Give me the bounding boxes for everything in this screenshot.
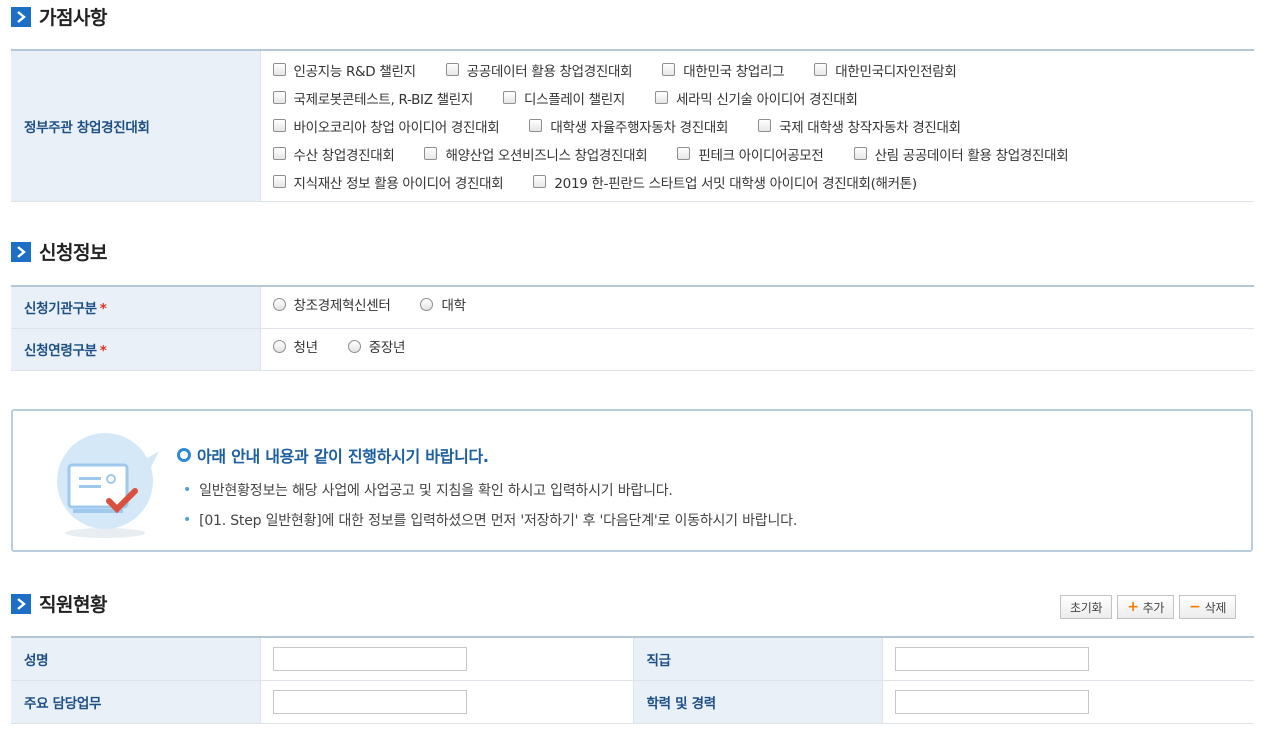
checkbox-fintech[interactable]: 핀테크 아이디어공모전 — [677, 144, 824, 164]
bonus-table: 정부주관 창업경진대회 인공지능 R&D 챌린지 공공데이터 활용 창업경진대회… — [11, 49, 1254, 202]
radio-circle[interactable] — [347, 339, 361, 353]
checkbox-autonomous-car[interactable]: 대학생 자율주행자동차 경진대회 — [529, 116, 728, 136]
checkbox-box[interactable] — [424, 147, 438, 161]
checkbox-box[interactable] — [654, 91, 668, 105]
checkbox-display-challenge[interactable]: 디스플레이 챌린지 — [503, 88, 625, 108]
duty-label: 주요 담당업무 — [11, 680, 260, 724]
notice-line: • [01. Step 일반현황]에 대한 정보를 입력하셨으면 먼저 '저장하… — [183, 512, 798, 529]
checkbox-box[interactable] — [272, 91, 286, 105]
name-label: 성명 — [11, 637, 260, 681]
notice-box: 아래 안내 내용과 같이 진행하시기 바랍니다. • 일반현황정보는 해당 사업… — [11, 409, 1253, 552]
checkbox-ai-rnd[interactable]: 인공지능 R&D 챌린지 — [272, 60, 416, 80]
section-title-text: 신청정보 — [39, 242, 107, 264]
checkbox-box[interactable] — [272, 119, 286, 133]
section-title-text: 가점사항 — [39, 7, 107, 29]
duty-cell — [259, 680, 633, 724]
checkbox-box[interactable] — [503, 91, 517, 105]
bonus-options: 인공지능 R&D 챌린지 공공데이터 활용 창업경진대회 대한민국 창업리그 대… — [259, 50, 1255, 202]
notice-line: • 일반현황정보는 해당 사업에 사업공고 및 지침을 확인 하시고 입력하시기… — [183, 482, 673, 499]
add-button[interactable]: + 추가 — [1117, 595, 1175, 619]
career-label: 학력 및 경력 — [632, 680, 882, 724]
checkbox-row: 바이오코리아 창업 아이디어 경진대회 대학생 자율주행자동차 경진대회 국제 … — [272, 112, 1255, 140]
checkbox-ocean-business[interactable]: 해양산업 오션비즈니스 창업경진대회 — [424, 144, 648, 164]
checkbox-fisheries[interactable]: 수산 창업경진대회 — [272, 144, 395, 164]
checkbox-korea-finland[interactable]: 2019 한-핀란드 스타트업 서밋 대학생 아이디어 경진대회(해커톤) — [533, 172, 917, 192]
bullet-dot-icon: • — [183, 482, 192, 498]
checkbox-box[interactable] — [758, 119, 772, 133]
checkbox-box[interactable] — [272, 147, 286, 161]
plus-icon: + — [1127, 599, 1139, 615]
notice-title: 아래 안내 내용과 같이 진행하시기 바랍니다. — [177, 443, 489, 467]
application-table: 신청기관구분 * 창조경제혁신센터 대학 신청연령구분 * 청년 중장년 — [11, 285, 1254, 371]
checkbox-box[interactable] — [677, 147, 691, 161]
delete-button[interactable]: − 삭제 — [1179, 595, 1237, 619]
age-type-label: 신청연령구분 * — [11, 328, 260, 371]
radio-circle[interactable] — [420, 297, 434, 311]
checkbox-box[interactable] — [533, 175, 547, 189]
checkbox-box[interactable] — [662, 63, 676, 77]
checkbox-public-data[interactable]: 공공데이터 활용 창업경진대회 — [445, 60, 633, 80]
position-label: 직급 — [632, 637, 882, 681]
bonus-label: 정부주관 창업경진대회 — [11, 50, 260, 202]
section-title-application: 신청정보 — [11, 238, 107, 265]
checkbox-box[interactable] — [529, 119, 543, 133]
radio-innovation-center[interactable]: 창조경제혁신센터 — [272, 294, 391, 314]
checkbox-ip-info[interactable]: 지식재산 정보 활용 아이디어 경진대회 — [272, 172, 504, 192]
section-title-staff: 직원현황 — [11, 590, 107, 617]
org-type-options: 창조경제혁신센터 대학 — [259, 286, 1254, 329]
checkbox-row: 지식재산 정보 활용 아이디어 경진대회 2019 한-핀란드 스타트업 서밋 … — [272, 168, 1255, 196]
circle-bullet-icon — [177, 448, 191, 462]
radio-youth[interactable]: 청년 — [272, 336, 318, 356]
section-title-bonus: 가점사항 — [11, 3, 107, 30]
reset-button[interactable]: 초기화 — [1060, 595, 1113, 619]
radio-circle[interactable] — [272, 297, 286, 311]
checkbox-forest-data[interactable]: 산림 공공데이터 활용 창업경진대회 — [853, 144, 1069, 164]
position-input[interactable] — [894, 646, 1089, 671]
chevron-right-icon — [11, 6, 31, 27]
checkbox-robot-contest[interactable]: 국제로봇콘테스트, R-BIZ 챌린지 — [272, 88, 473, 108]
required-mark: * — [99, 301, 107, 318]
checkbox-startup-league[interactable]: 대한민국 창업리그 — [662, 60, 785, 80]
checkbox-design-exhibition[interactable]: 대한민국디자인전람회 — [814, 60, 957, 80]
career-input[interactable] — [894, 689, 1089, 714]
staff-table: 성명 직급 주요 담당업무 학력 및 경력 — [11, 636, 1254, 724]
position-cell — [881, 637, 1254, 681]
staff-button-group: 초기화 + 추가 − 삭제 — [1060, 595, 1237, 619]
notice-illustration-icon — [51, 429, 161, 539]
checkbox-biokorea[interactable]: 바이오코리아 창업 아이디어 경진대회 — [272, 116, 500, 136]
radio-circle[interactable] — [272, 339, 286, 353]
required-mark: * — [99, 343, 107, 359]
checkbox-box[interactable] — [814, 63, 828, 77]
checkbox-box[interactable] — [853, 147, 867, 161]
checkbox-ceramic[interactable]: 세라믹 신기술 아이디어 경진대회 — [654, 88, 858, 108]
minus-icon: − — [1189, 599, 1201, 615]
bullet-dot-icon: • — [183, 512, 192, 528]
checkbox-row: 인공지능 R&D 챌린지 공공데이터 활용 창업경진대회 대한민국 창업리그 대… — [272, 56, 1255, 84]
name-input[interactable] — [272, 646, 467, 671]
chevron-right-icon — [11, 593, 31, 614]
checkbox-creative-car[interactable]: 국제 대학생 창작자동차 경진대회 — [758, 116, 961, 136]
chevron-right-icon — [11, 241, 31, 262]
age-type-options: 청년 중장년 — [259, 328, 1254, 371]
checkbox-box[interactable] — [272, 175, 286, 189]
section-title-text: 직원현황 — [39, 594, 107, 616]
name-cell — [259, 637, 633, 681]
checkbox-row: 수산 창업경진대회 해양산업 오션비즈니스 창업경진대회 핀테크 아이디어공모전… — [272, 140, 1255, 168]
radio-middle-aged[interactable]: 중장년 — [347, 336, 405, 356]
radio-university[interactable]: 대학 — [420, 294, 466, 314]
checkbox-box[interactable] — [445, 63, 459, 77]
duty-input[interactable] — [272, 689, 467, 714]
checkbox-box[interactable] — [272, 63, 286, 77]
org-type-label: 신청기관구분 * — [11, 286, 260, 329]
checkbox-row: 국제로봇콘테스트, R-BIZ 챌린지 디스플레이 챌린지 세라믹 신기술 아이… — [272, 84, 1255, 112]
career-cell — [881, 680, 1254, 724]
